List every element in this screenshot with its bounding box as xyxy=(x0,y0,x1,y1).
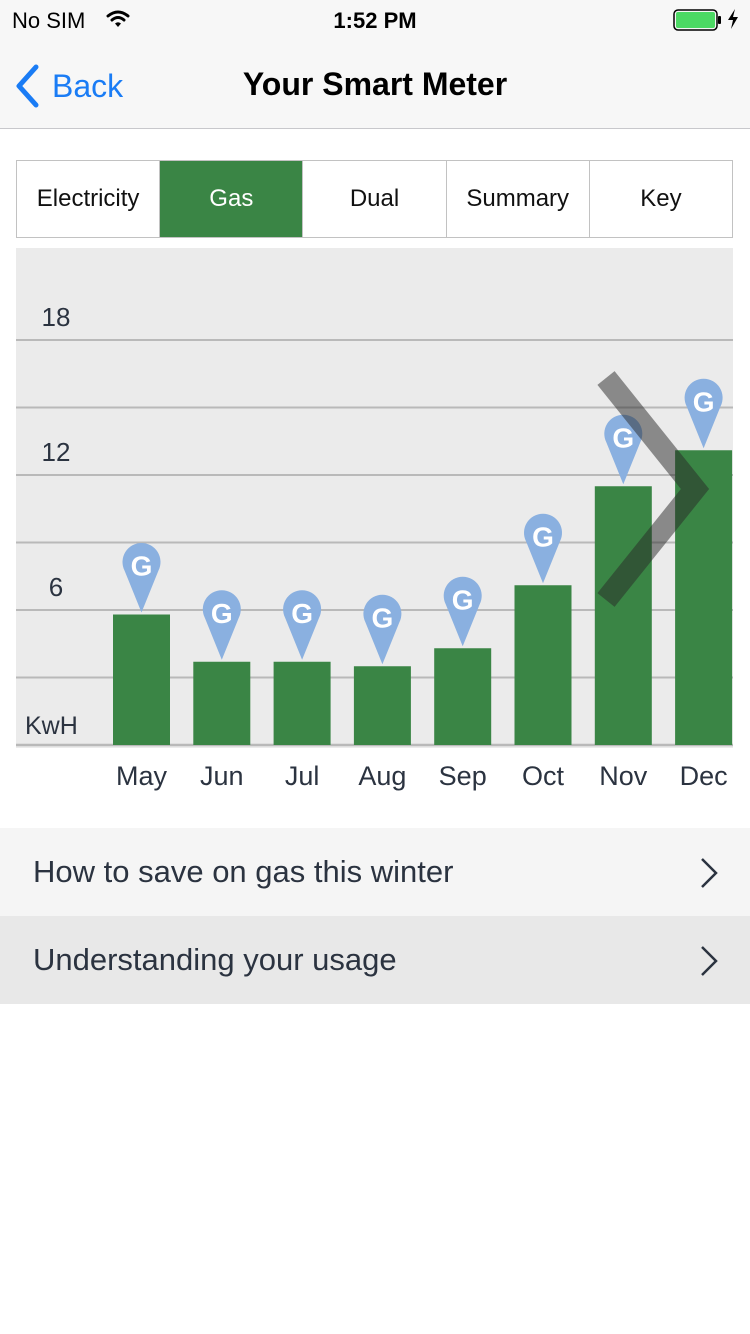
y-tick-label: 6 xyxy=(49,572,63,602)
list-item-label: How to save on gas this winter xyxy=(33,854,454,889)
bar[interactable] xyxy=(193,661,251,745)
x-tick-label: Oct xyxy=(522,761,565,791)
y-axis-label: KwH xyxy=(25,712,78,740)
list-item-label: Understanding your usage xyxy=(33,942,397,977)
x-tick-label: Jul xyxy=(285,761,320,791)
marker-label: G xyxy=(612,422,634,453)
marker-label: G xyxy=(291,598,313,629)
x-tick-label: May xyxy=(116,761,168,791)
bar[interactable] xyxy=(273,661,331,745)
y-tick-label: 18 xyxy=(42,302,71,332)
bar[interactable] xyxy=(434,648,492,745)
battery-icon xyxy=(673,9,723,36)
charging-icon xyxy=(726,8,740,35)
chevron-right-icon xyxy=(701,946,718,976)
status-bar: No SIM 1:52 PM xyxy=(0,0,750,40)
tab-electricity[interactable]: Electricity xyxy=(17,161,161,237)
marker-label: G xyxy=(452,584,474,615)
tab-bar: Electricity Gas Dual Summary Key xyxy=(16,160,733,238)
page-title: Your Smart Meter xyxy=(242,66,508,102)
bar[interactable] xyxy=(514,585,572,745)
tab-gas[interactable]: Gas xyxy=(160,161,304,237)
y-tick-label: 12 xyxy=(42,437,71,467)
marker-label: G xyxy=(131,551,153,582)
marker-label: G xyxy=(211,598,233,629)
clock: 1:52 PM xyxy=(333,8,417,33)
navigation-bar: Back Your Smart Meter xyxy=(0,40,750,129)
x-tick-label: Jun xyxy=(200,761,244,791)
marker-label: G xyxy=(532,521,554,552)
tab-key[interactable]: Key xyxy=(589,161,733,237)
tab-dual[interactable]: Dual xyxy=(303,161,447,237)
marker-label: G xyxy=(693,386,715,417)
x-tick-label: Aug xyxy=(358,761,406,791)
x-tick-label: Sep xyxy=(439,761,487,791)
bar[interactable] xyxy=(594,486,652,745)
gas-usage-chart: G G G G G G G G 6 12 18 KwH May Jun Jul Aug Sep Oct Nov D… xyxy=(16,248,733,791)
x-tick-label: Dec xyxy=(680,761,728,791)
x-tick-label: Nov xyxy=(599,761,648,791)
bar[interactable] xyxy=(113,614,170,746)
list-item-save-gas[interactable]: How to save on gas this winter xyxy=(0,828,750,916)
marker-label: G xyxy=(372,602,394,633)
bar[interactable] xyxy=(353,666,411,745)
chevron-right-icon xyxy=(701,858,718,888)
list-item-understanding-usage[interactable]: Understanding your usage xyxy=(0,916,750,1004)
tab-summary[interactable]: Summary xyxy=(446,161,590,237)
